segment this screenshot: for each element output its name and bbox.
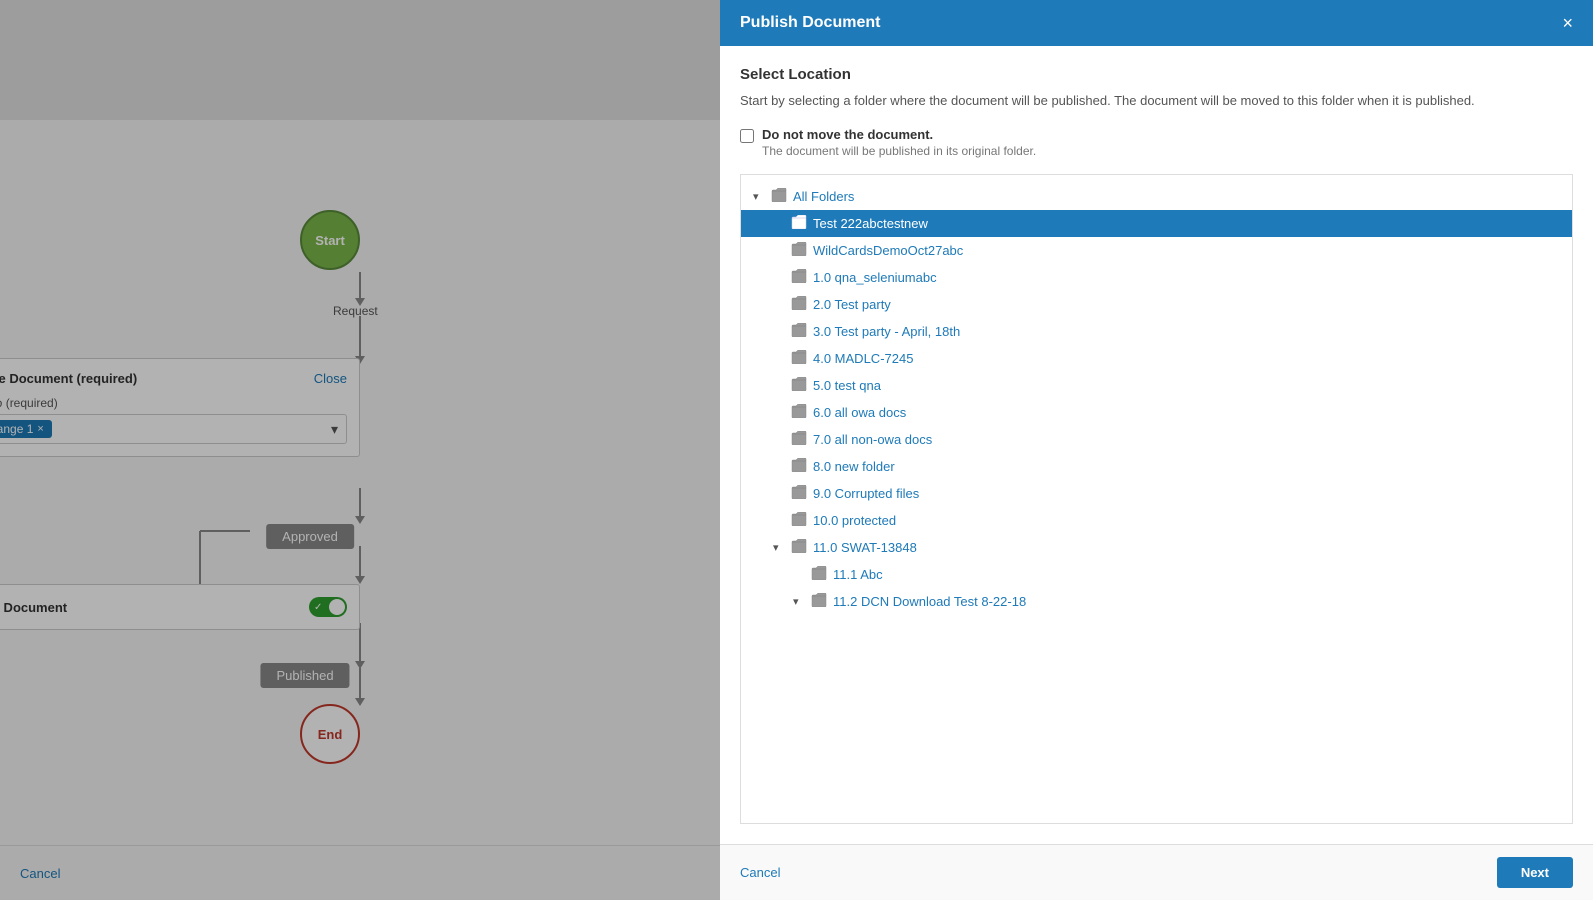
folder-label: 8.0 new folder bbox=[813, 459, 895, 474]
folder-item-test-party[interactable]: 2.0 Test party bbox=[741, 291, 1572, 318]
folder-item-corrupted[interactable]: 9.0 Corrupted files bbox=[741, 480, 1572, 507]
folder-label: 2.0 Test party bbox=[813, 297, 891, 312]
select-location-description: Start by selecting a folder where the do… bbox=[740, 91, 1573, 111]
folder-item-wildcards[interactable]: WildCardsDemoOct27abc bbox=[741, 237, 1572, 264]
folder-icon bbox=[791, 539, 807, 556]
folder-item-qna[interactable]: 1.0 qna_seleniumabc bbox=[741, 264, 1572, 291]
chevron-icon: ▾ bbox=[773, 541, 785, 554]
folder-icon bbox=[791, 350, 807, 367]
folder-label: 11.2 DCN Download Test 8-22-18 bbox=[833, 594, 1026, 609]
do-not-move-sublabel: The document will be published in its or… bbox=[762, 144, 1036, 158]
folder-item-dcn[interactable]: ▾ 11.2 DCN Download Test 8-22-18 bbox=[741, 588, 1572, 615]
folder-item-protected[interactable]: 10.0 protected bbox=[741, 507, 1572, 534]
folder-icon bbox=[791, 377, 807, 394]
modal-footer: Cancel Next bbox=[720, 844, 1593, 900]
folder-label: Test 222abctestnew bbox=[813, 216, 928, 231]
do-not-move-text: Do not move the document. The document w… bbox=[762, 127, 1036, 158]
modal-title: Publish Document bbox=[740, 14, 880, 32]
folder-icon bbox=[791, 431, 807, 448]
folder-item-test-qna[interactable]: 5.0 test qna bbox=[741, 372, 1572, 399]
folder-item-abc[interactable]: 11.1 Abc bbox=[741, 561, 1572, 588]
folder-item-all-folders[interactable]: ▾ All Folders bbox=[741, 183, 1572, 210]
folder-icon bbox=[791, 512, 807, 529]
do-not-move-checkbox[interactable] bbox=[740, 129, 754, 143]
do-not-move-label: Do not move the document. bbox=[762, 127, 1036, 142]
folder-icon bbox=[791, 485, 807, 502]
do-not-move-row: Do not move the document. The document w… bbox=[740, 127, 1573, 158]
folder-icon bbox=[791, 404, 807, 421]
folder-icon bbox=[791, 323, 807, 340]
folder-label: 1.0 qna_seleniumabc bbox=[813, 270, 937, 285]
folder-item-swat[interactable]: ▾ 11.0 SWAT-13848 bbox=[741, 534, 1572, 561]
folder-tree[interactable]: ▾ All Folders Test 222abctestnew WildCardsD… bbox=[741, 175, 1572, 824]
chevron-icon: ▾ bbox=[793, 595, 805, 608]
folder-label: WildCardsDemoOct27abc bbox=[813, 243, 963, 258]
folder-item-test-222[interactable]: Test 222abctestnew bbox=[741, 210, 1572, 237]
folder-item-madlc[interactable]: 4.0 MADLC-7245 bbox=[741, 345, 1572, 372]
folder-item-non-owa[interactable]: 7.0 all non-owa docs bbox=[741, 426, 1572, 453]
folder-item-test-party-april[interactable]: 3.0 Test party - April, 18th bbox=[741, 318, 1572, 345]
folder-icon bbox=[791, 242, 807, 259]
folder-icon bbox=[791, 296, 807, 313]
folder-label: 6.0 all owa docs bbox=[813, 405, 906, 420]
folder-icon bbox=[791, 215, 807, 232]
folder-label: 9.0 Corrupted files bbox=[813, 486, 919, 501]
folder-icon bbox=[791, 458, 807, 475]
folder-label: 7.0 all non-owa docs bbox=[813, 432, 932, 447]
modal-close-button[interactable]: × bbox=[1562, 14, 1573, 32]
chevron-icon: ▾ bbox=[753, 190, 765, 203]
folder-icon bbox=[791, 269, 807, 286]
folder-label: 11.1 Abc bbox=[833, 567, 883, 582]
folder-icon bbox=[811, 593, 827, 610]
folder-label: 11.0 SWAT-13848 bbox=[813, 540, 917, 555]
modal-body: Select Location Start by selecting a fol… bbox=[720, 46, 1593, 844]
select-location-title: Select Location bbox=[740, 66, 1573, 83]
folder-item-new-folder[interactable]: 8.0 new folder bbox=[741, 453, 1572, 480]
folder-label: 4.0 MADLC-7245 bbox=[813, 351, 913, 366]
folder-label: 5.0 test qna bbox=[813, 378, 881, 393]
modal-cancel-button[interactable]: Cancel bbox=[740, 865, 780, 880]
folder-tree-wrapper: ▾ All Folders Test 222abctestnew WildCardsD… bbox=[740, 174, 1573, 825]
publish-document-modal: Publish Document × Select Location Start… bbox=[720, 0, 1593, 900]
folder-icon bbox=[811, 566, 827, 583]
modal-header: Publish Document × bbox=[720, 0, 1593, 46]
modal-next-button[interactable]: Next bbox=[1497, 857, 1573, 888]
folder-label: 10.0 protected bbox=[813, 513, 896, 528]
folder-label: 3.0 Test party - April, 18th bbox=[813, 324, 960, 339]
folder-icon bbox=[771, 188, 787, 205]
folder-label: All Folders bbox=[793, 189, 854, 204]
folder-item-owa-docs[interactable]: 6.0 all owa docs bbox=[741, 399, 1572, 426]
